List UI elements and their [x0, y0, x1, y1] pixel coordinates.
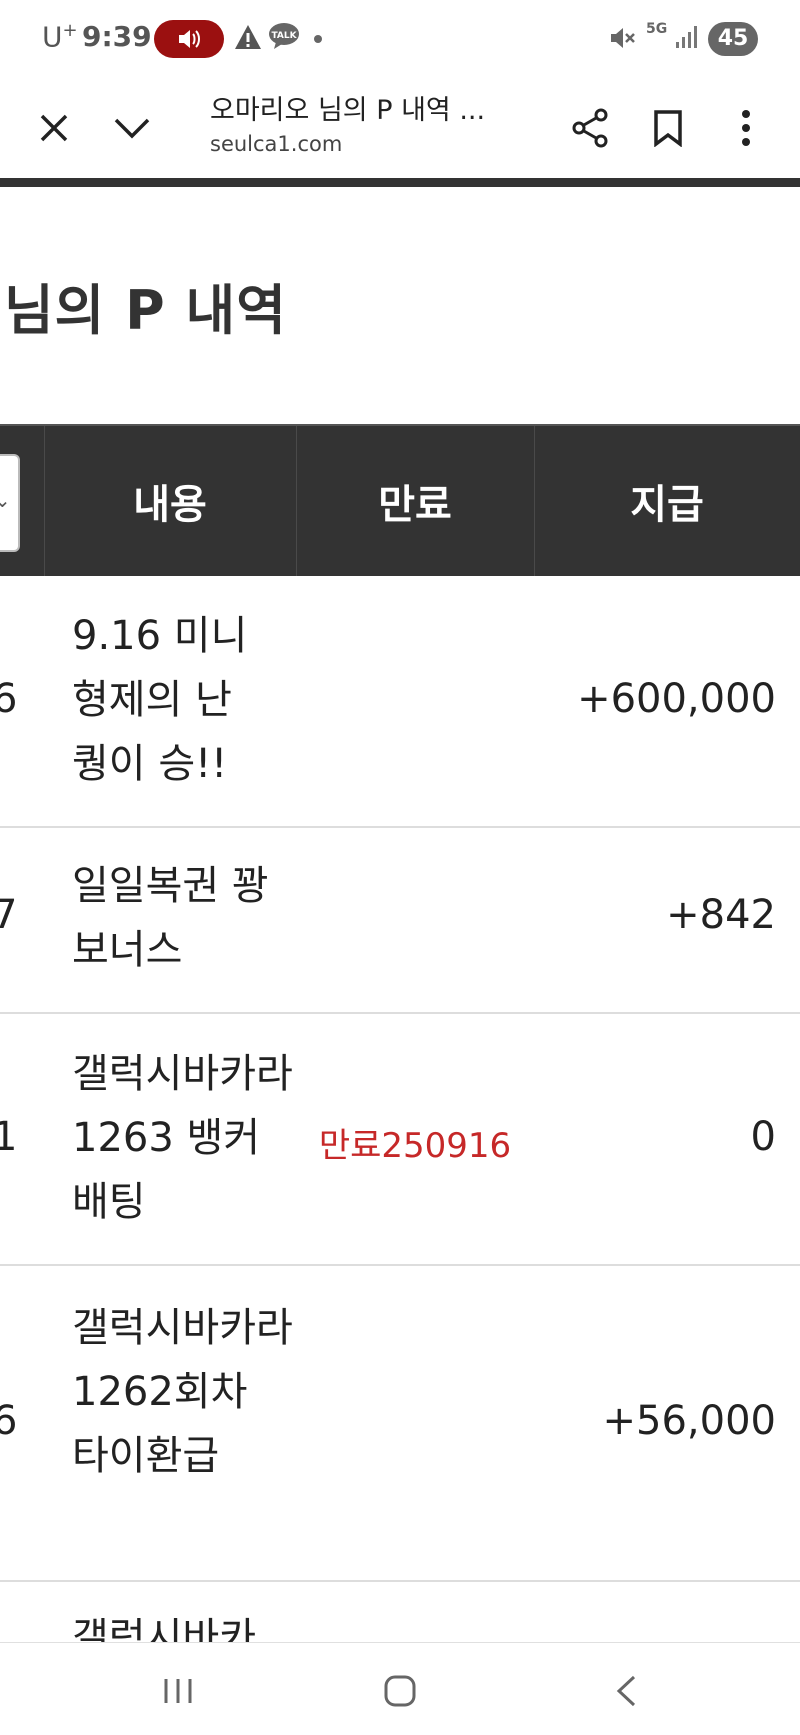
row-date-fragment: 1 [0, 1114, 18, 1160]
table-row: 6 갤럭시바카라 1262회차 타이환급 +56,000 [0, 1266, 800, 1582]
warning-icon [235, 25, 261, 49]
home-icon [384, 1675, 416, 1707]
recents-button[interactable] [158, 1673, 198, 1709]
chevron-down-icon: ⌄ [0, 488, 11, 512]
more-vert-icon [742, 110, 750, 146]
row-amount: +842 [666, 892, 776, 938]
page-url[interactable]: seulca1.com [210, 132, 342, 156]
filter-select[interactable]: ⌄ [0, 454, 20, 552]
signal-icon [676, 26, 697, 48]
table-header: ⌄ 내용 만료 지급 [0, 424, 800, 576]
row-date-fragment: 6 [0, 676, 18, 722]
row-amount: +600,000 [577, 676, 776, 722]
row-content: 일일복권 꽝 보너스 [72, 863, 269, 973]
svg-text:TALK: TALK [271, 31, 297, 41]
row-content: 갤럭시바카 [72, 1615, 256, 1642]
table-row: 1 갤럭시바카라 1263 뱅커 배팅 만료250916 0 [0, 1014, 800, 1266]
more-options-button[interactable] [720, 102, 772, 154]
mute-icon [611, 28, 635, 48]
home-button[interactable] [380, 1673, 420, 1709]
system-nav-bar [0, 1642, 800, 1735]
page-title: 오마리오 님의 P 내역 ... [210, 95, 486, 126]
row-content: 갤럭시바카라 1263 뱅커 배팅 [72, 1051, 293, 1225]
row-date-fragment: 6 [0, 1398, 18, 1444]
share-icon [572, 108, 608, 148]
recents-icon [164, 1679, 192, 1703]
row-content: 갤럭시바카라 1262회차 타이환급 [72, 1305, 293, 1479]
close-icon [40, 114, 68, 142]
kakaotalk-icon: TALK [268, 22, 300, 50]
table-row: 갤럭시바카 [0, 1582, 800, 1642]
row-expire: 만료250916 [318, 1126, 512, 1166]
status-bar: U+ 9:39 TALK 5G 45 [0, 0, 800, 80]
table-row: 6 9.16 미니 형제의 난 퀑이 승!! +600,000 [0, 576, 800, 828]
header-pay: 지급 [630, 482, 704, 528]
close-button[interactable] [28, 102, 80, 154]
header-content: 내용 [133, 482, 207, 528]
back-button[interactable] [606, 1673, 646, 1709]
notification-dot [314, 35, 322, 43]
bookmark-button[interactable] [642, 102, 694, 154]
table-row: 7 일일복권 꽝 보너스 +842 [0, 828, 800, 1014]
network-type: 5G [646, 21, 668, 37]
share-button[interactable] [564, 102, 616, 154]
volume-indicator [154, 20, 224, 58]
status-time: 9:39 [82, 20, 152, 53]
collapse-button[interactable] [106, 102, 158, 154]
header-expire: 만료 [378, 482, 452, 528]
back-icon [616, 1675, 636, 1707]
row-amount: 0 [750, 1114, 776, 1160]
bookmark-icon [654, 110, 682, 147]
page-heading: 님의 P 내역 [4, 279, 287, 342]
row-content: 9.16 미니 형제의 난 퀑이 승!! [72, 613, 248, 787]
battery-indicator: 45 [708, 22, 758, 56]
volume-icon [179, 30, 200, 48]
row-date-fragment: 7 [0, 892, 18, 938]
toolbar-divider [0, 178, 800, 187]
chevron-down-icon [114, 118, 150, 139]
carrier-label: U+ [42, 20, 78, 54]
row-amount: +56,000 [602, 1398, 776, 1444]
